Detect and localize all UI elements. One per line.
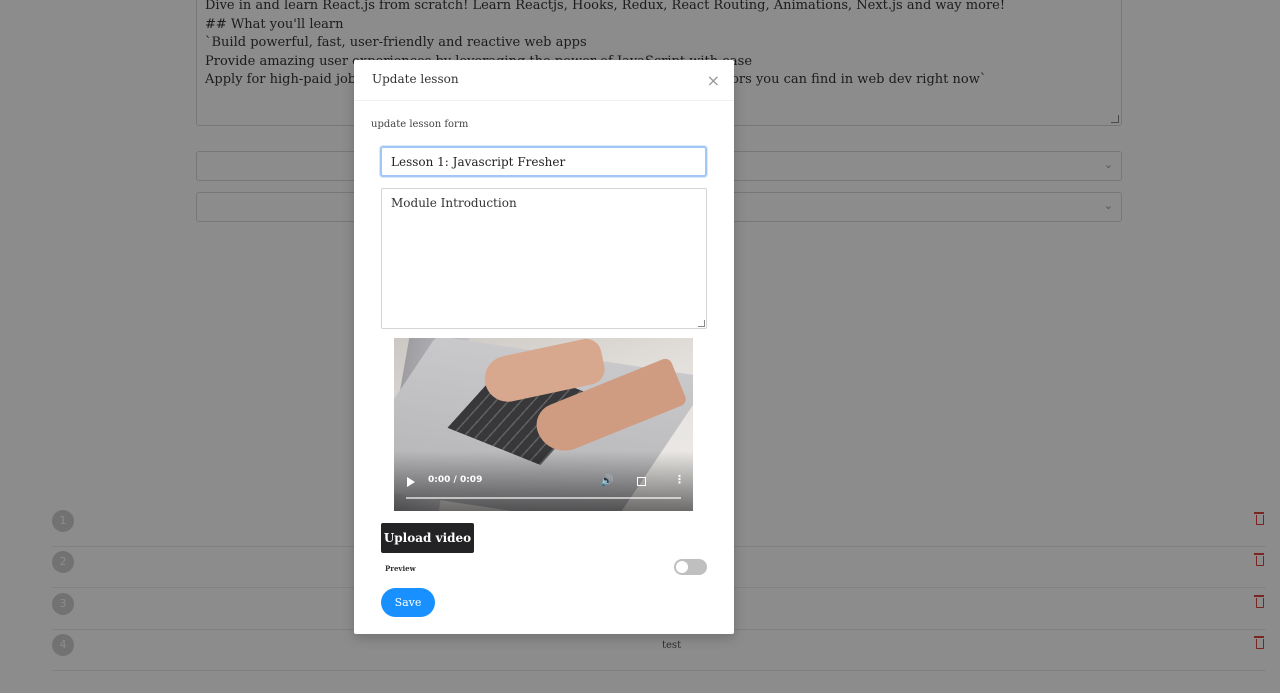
resize-grip-icon[interactable] [698, 320, 705, 327]
video-player[interactable]: 0:00 / 0:09 🔊 ⋮ [394, 338, 693, 511]
volume-icon[interactable]: 🔊 [600, 474, 614, 487]
lesson-description-textarea[interactable]: Module Introduction [381, 188, 707, 329]
video-time: 0:00 / 0:09 [428, 475, 483, 485]
fullscreen-icon[interactable] [637, 477, 646, 486]
preview-label: Preview [385, 564, 416, 573]
lesson-title-input[interactable] [380, 146, 707, 177]
toggle-knob [676, 561, 688, 573]
video-progress-bar[interactable] [406, 497, 681, 499]
more-options-icon[interactable]: ⋮ [674, 474, 685, 486]
video-controls: 0:00 / 0:09 🔊 ⋮ [394, 465, 693, 511]
form-label: update lesson form [371, 119, 469, 130]
modal-title: Update lesson [372, 72, 459, 86]
modal-header: Update lesson × [354, 60, 734, 101]
close-icon[interactable]: × [707, 71, 720, 91]
play-icon[interactable] [407, 477, 415, 487]
save-button[interactable]: Save [381, 588, 435, 617]
upload-video-button[interactable]: Upload video [381, 523, 474, 553]
preview-toggle[interactable] [674, 559, 707, 575]
update-lesson-modal: Update lesson × update lesson form Modul… [354, 60, 734, 634]
